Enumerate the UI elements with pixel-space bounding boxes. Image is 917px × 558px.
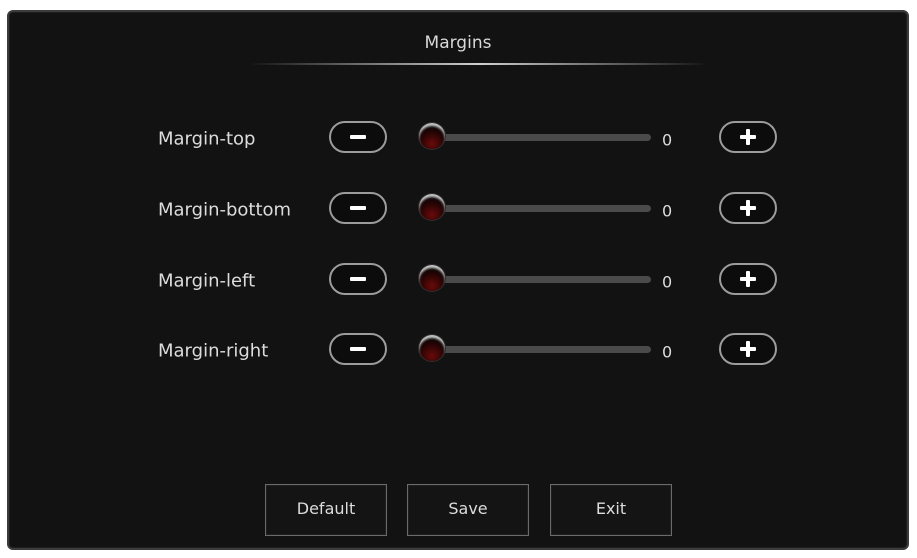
margin-left-slider-thumb[interactable] bbox=[419, 265, 445, 291]
margin-top-row: Margin-top 0 bbox=[9, 119, 907, 159]
exit-button[interactable]: Exit bbox=[550, 484, 672, 536]
margin-left-value: 0 bbox=[662, 272, 673, 292]
margin-bottom-label: Margin-bottom bbox=[158, 199, 292, 221]
plus-icon-vertical bbox=[746, 129, 750, 145]
minus-icon bbox=[350, 135, 366, 139]
minus-icon bbox=[350, 347, 366, 351]
margin-left-slider-track[interactable] bbox=[429, 276, 651, 283]
margin-bottom-decrease-button[interactable] bbox=[329, 192, 387, 224]
margin-right-increase-button[interactable] bbox=[719, 333, 777, 365]
margin-top-decrease-button[interactable] bbox=[329, 121, 387, 153]
margin-right-decrease-button[interactable] bbox=[329, 333, 387, 365]
dialog-title: Margins bbox=[424, 33, 492, 53]
margin-bottom-slider-track[interactable] bbox=[429, 205, 651, 212]
plus-icon-vertical bbox=[746, 200, 750, 216]
margin-right-label: Margin-right bbox=[158, 340, 269, 362]
margin-right-value: 0 bbox=[662, 342, 673, 362]
margin-bottom-increase-button[interactable] bbox=[719, 192, 777, 224]
save-button[interactable]: Save bbox=[407, 484, 529, 536]
margin-bottom-value: 0 bbox=[662, 201, 673, 221]
margins-dialog: Margins Margin-top 0 Margin-bottom 0 Mar… bbox=[7, 10, 909, 550]
margin-left-row: Margin-left 0 bbox=[9, 261, 907, 301]
save-button-label: Save bbox=[448, 498, 488, 518]
margin-right-slider-thumb[interactable] bbox=[419, 335, 445, 361]
exit-button-label: Exit bbox=[595, 498, 627, 518]
margin-top-increase-button[interactable] bbox=[719, 121, 777, 153]
margin-bottom-slider-thumb[interactable] bbox=[419, 194, 445, 220]
margin-left-increase-button[interactable] bbox=[719, 263, 777, 295]
margin-top-value: 0 bbox=[662, 130, 673, 150]
margin-left-label: Margin-left bbox=[158, 270, 256, 292]
margin-top-slider-thumb[interactable] bbox=[419, 123, 445, 149]
margin-top-label: Margin-top bbox=[158, 128, 256, 150]
margin-bottom-row: Margin-bottom 0 bbox=[9, 190, 907, 230]
margin-left-decrease-button[interactable] bbox=[329, 263, 387, 295]
default-button-label: Default bbox=[296, 498, 356, 518]
plus-icon-vertical bbox=[746, 341, 750, 357]
minus-icon bbox=[350, 277, 366, 281]
plus-icon-vertical bbox=[746, 271, 750, 287]
minus-icon bbox=[350, 206, 366, 210]
default-button[interactable]: Default bbox=[265, 484, 387, 536]
margin-top-slider-track[interactable] bbox=[429, 134, 651, 141]
margin-right-slider-track[interactable] bbox=[429, 346, 651, 353]
margin-right-row: Margin-right 0 bbox=[9, 331, 907, 371]
title-divider bbox=[249, 63, 709, 65]
